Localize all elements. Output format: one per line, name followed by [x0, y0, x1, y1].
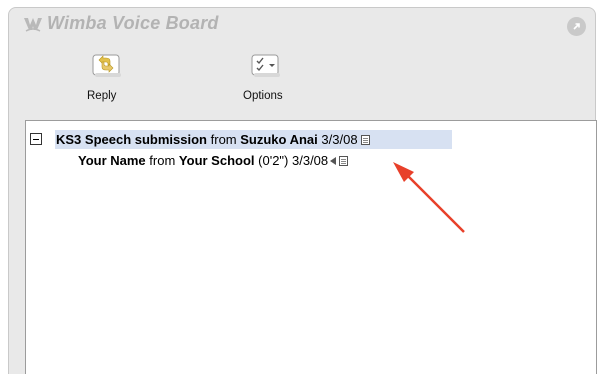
message-tree: KS3 Speech submission from Suzuko Anai 3… — [25, 120, 597, 374]
voice-board-panel: Wimba Voice Board Reply Options KS3 Spee… — [8, 7, 597, 374]
reply-text[interactable]: Your Name from Your School (0'2") 3/3/08 — [78, 153, 349, 168]
collapse-icon[interactable] — [30, 133, 42, 145]
thread-subject: KS3 Speech submission — [56, 132, 207, 147]
reply-label: Reply — [87, 90, 117, 102]
thread-date: 3/3/08 — [321, 132, 358, 147]
reply-row[interactable]: Your Name from Your School (0'2") 3/3/08 — [78, 151, 349, 170]
options-button[interactable]: Options — [237, 50, 297, 110]
reply-subject: Your Name — [78, 153, 146, 168]
reply-from: from — [149, 153, 176, 168]
thread-author: Suzuko Anai — [240, 132, 318, 147]
document-icon[interactable] — [339, 156, 349, 166]
options-icon — [251, 54, 280, 77]
thread-from: from — [210, 132, 237, 147]
wimba-logo-icon — [24, 18, 42, 32]
play-icon[interactable] — [330, 157, 337, 165]
window-title: Wimba Voice Board — [47, 13, 219, 33]
document-icon[interactable] — [360, 135, 370, 145]
expand-icon — [573, 23, 580, 30]
reply-author: Your School — [178, 153, 255, 168]
reply-date: 3/3/08 — [292, 153, 329, 168]
thread-text[interactable]: KS3 Speech submission from Suzuko Anai 3… — [56, 130, 370, 149]
expand-button[interactable] — [567, 17, 586, 36]
reply-duration: (0'2") — [258, 153, 289, 168]
reply-icon — [92, 54, 121, 77]
options-label: Options — [243, 90, 283, 102]
reply-button[interactable]: Reply — [79, 50, 139, 110]
title-bar: Wimba Voice Board — [9, 8, 595, 40]
